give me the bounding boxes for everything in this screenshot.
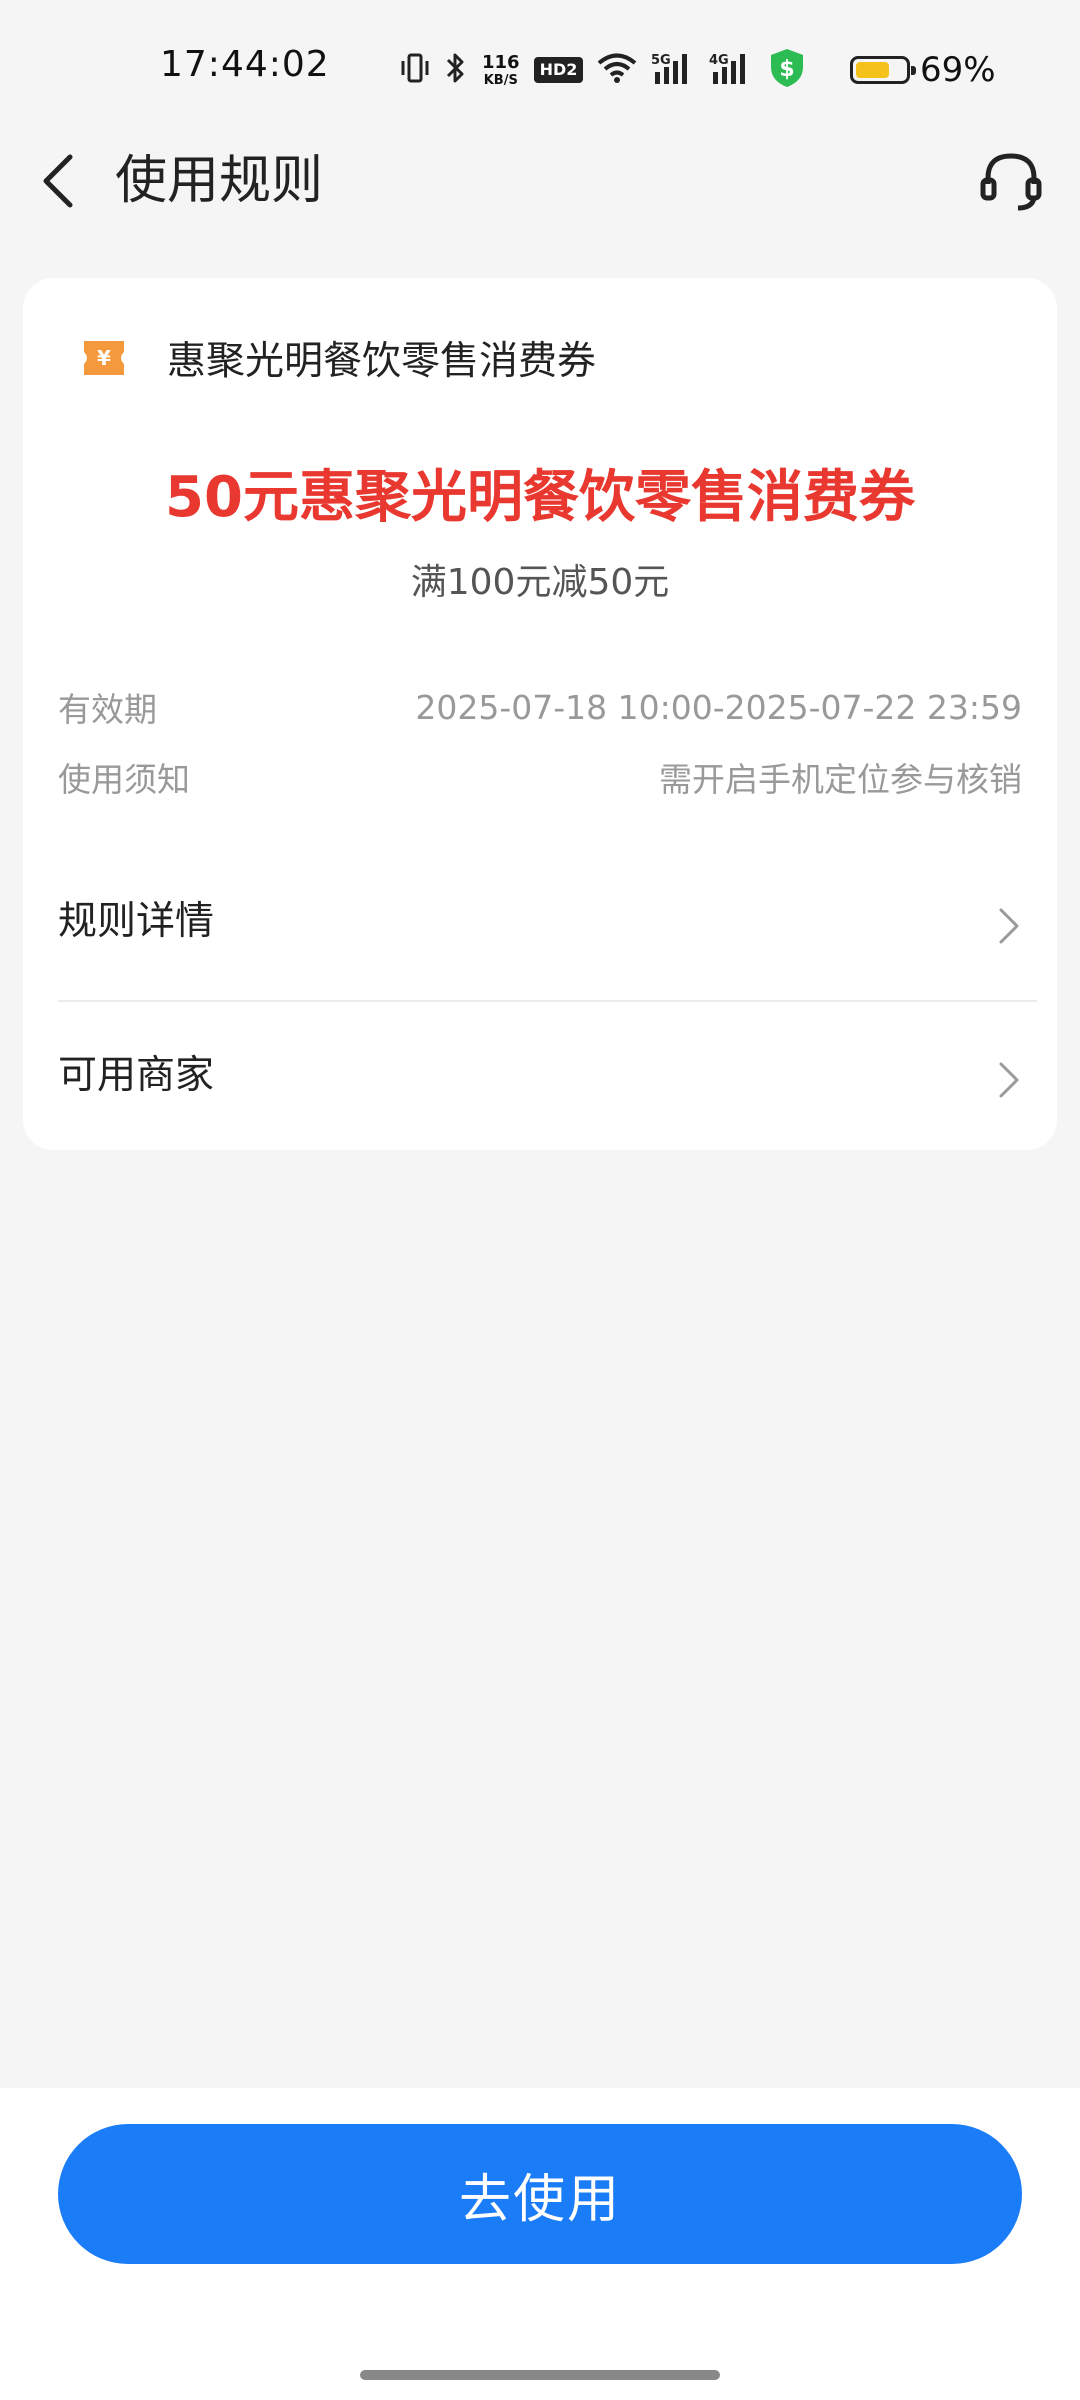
available-merchants-row[interactable]: 可用商家 bbox=[58, 1022, 1057, 1122]
svg-text:$: $ bbox=[780, 57, 795, 82]
available-merchants-label: 可用商家 bbox=[58, 1053, 215, 1098]
security-shield-icon: $ bbox=[767, 47, 807, 93]
validity-value: 2025-07-18 10:00-2025-07-22 23:59 bbox=[415, 687, 1022, 727]
coupon-title: 50元惠聚光明餐饮零售消费券 bbox=[165, 465, 915, 530]
chevron-right-icon bbox=[999, 908, 1019, 944]
wifi-icon bbox=[597, 52, 637, 88]
hd-badge: HD2 bbox=[533, 57, 584, 83]
coupon-condition: 满100元减50元 bbox=[410, 562, 670, 603]
use-coupon-button[interactable]: 去使用 bbox=[58, 2124, 1022, 2264]
vibrate-icon bbox=[400, 51, 430, 89]
battery-percent: 69% bbox=[920, 50, 996, 90]
signal-4g-icon: 4G bbox=[709, 50, 753, 90]
divider bbox=[58, 1000, 1037, 1002]
network-speed: 116 KB/S bbox=[482, 51, 520, 88]
svg-text:4G: 4G bbox=[709, 53, 729, 68]
svg-text:¥: ¥ bbox=[97, 346, 111, 370]
notice-value: 需开启手机定位参与核销 bbox=[659, 760, 1022, 799]
battery-group: 69% bbox=[850, 48, 996, 92]
coupon-card: ¥ 惠聚光明餐饮零售消费券 50元惠聚光明餐饮零售消费券 满100元减50元 有… bbox=[23, 278, 1057, 1150]
headset-icon bbox=[980, 153, 1042, 211]
network-speed-value: 116 bbox=[482, 51, 520, 73]
validity-label: 有效期 bbox=[58, 690, 157, 729]
bottom-action-panel: 去使用 bbox=[0, 2088, 1080, 2400]
svg-text:5G: 5G bbox=[651, 53, 671, 68]
status-icons: 116 KB/S HD2 5G 4G $ bbox=[400, 48, 821, 92]
bluetooth-icon bbox=[444, 50, 468, 90]
signal-5g-icon: 5G bbox=[651, 50, 695, 90]
status-time: 17:44:02 bbox=[160, 44, 330, 85]
chevron-right-icon bbox=[999, 1062, 1019, 1098]
home-indicator[interactable] bbox=[360, 2370, 720, 2380]
ticket-yen-icon: ¥ bbox=[84, 341, 124, 375]
back-button[interactable] bbox=[30, 145, 86, 217]
chevron-left-icon bbox=[43, 154, 73, 208]
coupon-name: 惠聚光明餐饮零售消费券 bbox=[167, 339, 597, 384]
notice-label: 使用须知 bbox=[58, 760, 190, 799]
battery-icon bbox=[850, 56, 916, 84]
rules-detail-row[interactable]: 规则详情 bbox=[58, 868, 1057, 968]
customer-service-button[interactable] bbox=[975, 145, 1047, 217]
network-speed-unit: KB/S bbox=[483, 72, 518, 88]
coupon-header: ¥ 惠聚光明餐饮零售消费券 bbox=[81, 328, 596, 388]
notice-row: 使用须知 需开启手机定位参与核销 bbox=[58, 752, 1022, 802]
status-bar: 17:44:02 116 KB/S HD2 5G 4G $ 69% bbox=[0, 0, 1080, 140]
validity-row: 有效期 2025-07-18 10:00-2025-07-22 23:59 bbox=[58, 682, 1022, 732]
page-title: 使用规则 bbox=[115, 151, 324, 211]
battery-fill bbox=[856, 62, 889, 78]
rules-detail-label: 规则详情 bbox=[58, 899, 215, 944]
